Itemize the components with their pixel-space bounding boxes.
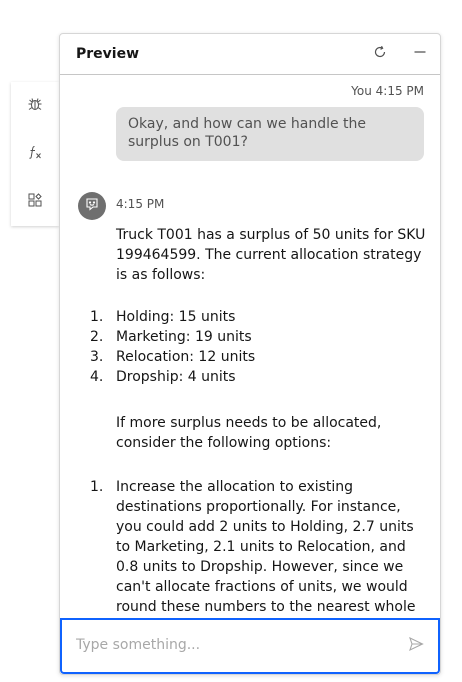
- refresh-button[interactable]: [368, 42, 392, 66]
- chat-log[interactable]: You 4:15 PM Okay, and how can we handle …: [60, 75, 440, 618]
- function-button[interactable]: [11, 130, 59, 178]
- refresh-icon: [372, 44, 388, 64]
- list-item-text: Dropship: 4 units: [116, 369, 236, 385]
- function-icon: [27, 144, 43, 164]
- list-item-number: 3.: [90, 349, 104, 365]
- list-item-text: Marketing: 19 units: [116, 329, 252, 345]
- chat-bot-icon: [84, 196, 100, 216]
- bot-message-time: 4:15 PM: [116, 197, 165, 211]
- list-item-number: 1.: [90, 309, 104, 325]
- minimize-icon: [412, 44, 428, 64]
- send-icon: [408, 636, 424, 656]
- list-item-text: Relocation: 12 units: [116, 349, 256, 365]
- send-button[interactable]: [406, 636, 426, 656]
- side-toolbar: [11, 82, 59, 226]
- list-item-text: Increase the allocation to existing dest…: [116, 479, 416, 615]
- components-button[interactable]: [11, 178, 59, 226]
- bot-message-intro: Truck T001 has a surplus of 50 units for…: [116, 227, 426, 283]
- panel-header: Preview: [60, 34, 440, 75]
- bot-message-followup: If more surplus needs to be allocated, c…: [116, 415, 382, 451]
- chat-input[interactable]: [76, 634, 396, 656]
- user-message-meta: You 4:15 PM: [351, 84, 424, 98]
- panel-title: Preview: [76, 46, 140, 62]
- debug-button[interactable]: [11, 82, 59, 130]
- preview-panel: Preview You 4:15 PM Okay, and how can we…: [59, 33, 441, 675]
- list-item-text: Holding: 15 units: [116, 309, 236, 325]
- user-message-bubble: Okay, and how can we handle the surplus …: [116, 107, 424, 161]
- list-item-number: 4.: [90, 369, 104, 385]
- chat-input-bar: [60, 618, 440, 674]
- components-icon: [27, 192, 43, 212]
- bug-icon: [27, 96, 43, 116]
- list-item-number: 1.: [90, 479, 104, 495]
- bot-avatar: [78, 192, 106, 220]
- minimize-button[interactable]: [408, 42, 432, 66]
- list-item-number: 2.: [90, 329, 104, 345]
